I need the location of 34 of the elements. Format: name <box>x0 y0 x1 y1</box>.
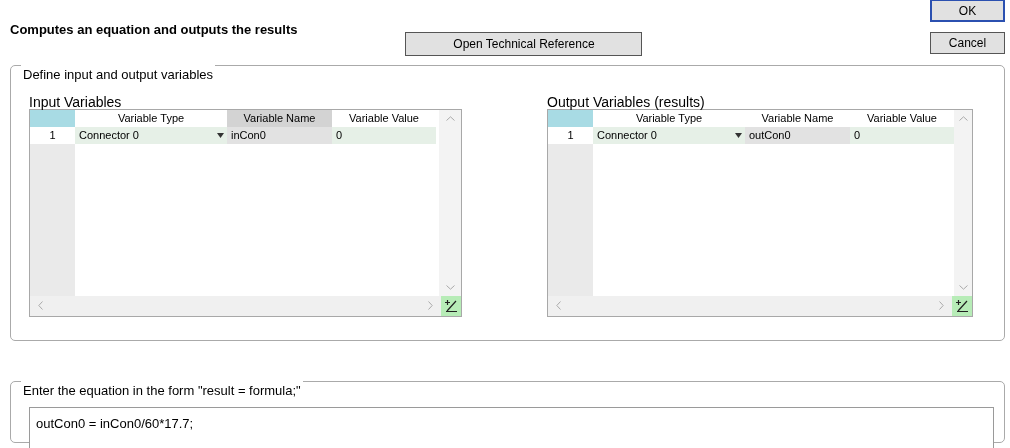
table-cell[interactable]: 0 <box>850 126 954 144</box>
grid-corner <box>30 109 75 127</box>
group-legend: Define input and output variables <box>21 65 216 85</box>
cancel-button[interactable]: Cancel <box>930 32 1005 54</box>
scroll-right-icon[interactable] <box>939 301 944 310</box>
scroll-right-icon[interactable] <box>428 301 433 310</box>
column-header[interactable]: Variable Value <box>850 109 954 127</box>
scroll-down-icon[interactable] <box>958 284 968 290</box>
vertical-scrollbar[interactable] <box>439 109 461 296</box>
open-technical-reference-button[interactable]: Open Technical Reference <box>405 32 643 56</box>
ok-button[interactable]: OK <box>930 0 1005 22</box>
dropdown-cell[interactable]: Connector 0 <box>75 126 227 144</box>
equation-field[interactable]: outCon0 = inCon0/60*17.7; <box>29 406 994 448</box>
column-header[interactable]: Variable Name <box>745 109 850 127</box>
grid-corner <box>548 109 593 127</box>
caret-icon[interactable] <box>735 132 742 138</box>
column-header[interactable]: Variable Type <box>593 109 745 127</box>
grid-label: Output Variables (results) <box>547 94 706 109</box>
scroll-up-icon[interactable] <box>445 115 455 121</box>
scroll-up-icon[interactable] <box>958 115 968 121</box>
scroll-left-icon[interactable] <box>38 301 43 310</box>
table-cell[interactable]: 0 <box>332 126 436 144</box>
vertical-scrollbar[interactable] <box>954 109 972 296</box>
scroll-left-icon[interactable] <box>556 301 561 310</box>
table-cell[interactable]: outCon0 <box>745 126 850 144</box>
scroll-down-icon[interactable] <box>445 284 455 290</box>
group-legend: Enter the equation in the form "result = formula;" <box>21 381 303 401</box>
caret-icon[interactable] <box>217 132 224 138</box>
dropdown-cell[interactable]: Connector 0 <box>593 126 745 144</box>
column-header[interactable]: Variable Value <box>332 109 436 127</box>
column-header[interactable]: Variable Type <box>75 109 227 127</box>
grid-label: Input Variables <box>29 94 123 109</box>
dialog-title: Computes an equation and outputs the results <box>10 21 298 39</box>
column-header[interactable]: Variable Name <box>227 109 332 127</box>
